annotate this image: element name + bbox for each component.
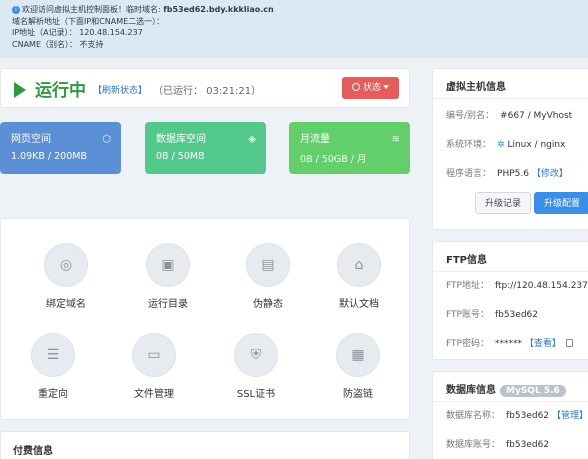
database-icon: ◈	[248, 134, 256, 145]
wifi-icon: ≋	[391, 134, 400, 145]
tool-label: 重定向	[38, 389, 68, 400]
vhost-lang-row: 程序语言： PHP5.6 【修改】	[433, 161, 588, 187]
info-icon: i	[12, 5, 20, 14]
ftp-user-row: FTP账号： fb53ed62	[433, 301, 588, 330]
refresh-status-link[interactable]: 【刷新状态】	[93, 83, 147, 96]
tools-card: ◎ 绑定域名 ▣ 运行目录 ▤ 伪静态 ⌂ 默认文档 ☰ 重定向 ▭ 文件管理 …	[0, 218, 410, 420]
ftp-pass-row: FTP密码： ****** 【查看】	[433, 330, 588, 359]
metric-traffic: 月流量 0B / 50GB / 月 ≋	[289, 122, 410, 174]
upgrade-log-button[interactable]: 升级记录	[475, 192, 532, 214]
vhost-id-label: 编号/别名：	[446, 111, 495, 121]
vhost-env-value: Linux / nginx	[507, 140, 566, 150]
tool-run-dir[interactable]: ▣ 运行目录	[123, 243, 213, 310]
tool-rewrite[interactable]: ▤ 伪静态	[223, 243, 313, 310]
ftp-user-label: FTP账号：	[446, 310, 489, 320]
metric-value: 0B / 50GB / 月	[300, 154, 367, 165]
view-password-link[interactable]: 【查看】	[525, 339, 561, 349]
notice-ip: IP地址（A记录）： 120.48.154.237	[12, 28, 143, 37]
ftp-addr-value: ftp://120.48.154.237	[494, 281, 588, 291]
db-name-value: fb53ed62	[506, 411, 550, 421]
db-user-label: 数据库账号：	[446, 440, 501, 450]
tool-file-manager[interactable]: ▭ 文件管理	[109, 333, 199, 400]
ftp-info-title: FTP信息	[433, 242, 588, 272]
ftp-pass-label: FTP密码：	[446, 339, 489, 349]
notice-line1: 欢迎访问虚拟主机控制面板！临时域名:	[22, 5, 161, 14]
gear-icon: ✲	[497, 140, 505, 150]
db-manage-link[interactable]: 【管理】	[552, 411, 588, 421]
vhost-env-row: 系统环境： ✲ Linux / nginx	[433, 132, 588, 158]
db-user-value: fb53ed62	[506, 440, 550, 450]
metric-db-space: 数据库空间 0B / 50MB ◈	[145, 122, 266, 174]
play-icon	[14, 82, 26, 98]
power-icon	[351, 83, 360, 91]
folder-icon: ▭	[132, 333, 176, 377]
db-user-row: 数据库账号： fb53ed62	[433, 431, 588, 459]
db-name-row: 数据库名称： fb53ed62 【管理】	[433, 402, 588, 431]
caret-down-icon	[383, 85, 389, 89]
state-button[interactable]: 状态	[342, 77, 399, 99]
vhost-info-card: 虚拟主机信息 编号/别名： #667 / MyVhost 系统环境： ✲ Linux…	[432, 68, 588, 230]
status-card: 运行中 【刷新状态】 （已运行： 03:21:21） 状态	[0, 68, 410, 108]
metric-value: 0B / 50MB	[156, 151, 205, 162]
vhost-button-row: 升级记录 升级配置	[433, 187, 588, 214]
notice-line2: 域名解析地址（下面IP和CNAME二选一）：	[12, 16, 165, 26]
vhost-lang-value: PHP5.6	[497, 169, 529, 179]
ssl-certificate-icon: ⛨	[234, 333, 278, 377]
db-info-title: 数据库信息	[446, 385, 496, 396]
ftp-addr-row: FTP地址： ftp://120.48.154.237	[433, 272, 588, 301]
ftp-user-value: fb53ed62	[494, 310, 538, 320]
sliders-icon: ☰	[31, 333, 75, 377]
uptime-text: （已运行： 03:21:21）	[153, 86, 262, 97]
home-icon: ⌂	[337, 243, 381, 287]
pay-info-title: 付费信息	[13, 446, 53, 457]
upgrade-config-button[interactable]: 升级配置	[534, 192, 588, 214]
globe-icon: ◎	[44, 243, 88, 287]
running-status: 运行中	[35, 81, 86, 101]
ssl-folder-icon: ▣	[146, 243, 190, 287]
copy-icon[interactable]	[565, 339, 573, 347]
mysql-version-badge: MySQL 5.6	[500, 385, 566, 397]
vhost-id-row: 编号/别名： #667 / MyVhost	[433, 103, 588, 129]
vhost-env-label: 系统环境：	[446, 140, 492, 150]
tool-label: 伪静态	[253, 299, 283, 310]
tool-default-doc[interactable]: ⌂ 默认文档	[314, 243, 404, 310]
tool-bind-domain[interactable]: ◎ 绑定域名	[21, 243, 111, 310]
db-info-card: 数据库信息 MySQL 5.6 数据库名称： fb53ed62 【管理】 数据库账号…	[432, 371, 588, 459]
tool-ssl-cert[interactable]: ⛨ SSL证书	[211, 333, 301, 400]
tool-label: 运行目录	[148, 299, 188, 310]
db-name-label: 数据库名称：	[446, 411, 501, 421]
ftp-addr-label: FTP地址：	[446, 281, 489, 291]
tool-label: 默认文档	[339, 299, 379, 310]
db-info-header: 数据库信息 MySQL 5.6	[433, 372, 588, 402]
metric-value: 1.09KB / 200MB	[11, 151, 87, 162]
state-button-label: 状态	[362, 83, 381, 93]
tool-label: 绑定域名	[46, 299, 86, 310]
tool-redirect[interactable]: ☰ 重定向	[8, 333, 98, 400]
temp-domain: fb53ed62.bdy.kkkliao.cn	[163, 5, 274, 14]
document-edit-icon: ▤	[246, 243, 290, 287]
anti-leech-icon: ▦	[336, 333, 380, 377]
tool-anti-leech[interactable]: ▦ 防盗链	[313, 333, 403, 400]
vhost-lang-label: 程序语言：	[446, 169, 492, 179]
tool-label: 防盗链	[343, 389, 373, 400]
notice-banner: i 欢迎访问虚拟主机控制面板！临时域名: fb53ed62.bdy.kkkliao…	[0, 0, 588, 58]
tool-label: SSL证书	[236, 389, 276, 400]
tool-label: 文件管理	[134, 389, 174, 400]
vhost-id-value: #667 / MyVhost	[500, 111, 573, 121]
edit-lang-link[interactable]: 【修改】	[532, 169, 568, 179]
ftp-pass-value: ******	[494, 339, 522, 349]
metric-web-space: 网页空间 1.09KB / 200MB ⬡	[0, 122, 121, 174]
cube-icon: ⬡	[102, 134, 111, 145]
notice-cname: CNAME（别名）： 不支持	[12, 39, 104, 49]
pay-info-card: 付费信息	[0, 431, 410, 459]
ftp-info-card: FTP信息 FTP地址： ftp://120.48.154.237 FTP账号： f…	[432, 241, 588, 360]
vhost-info-title: 虚拟主机信息	[433, 69, 588, 99]
